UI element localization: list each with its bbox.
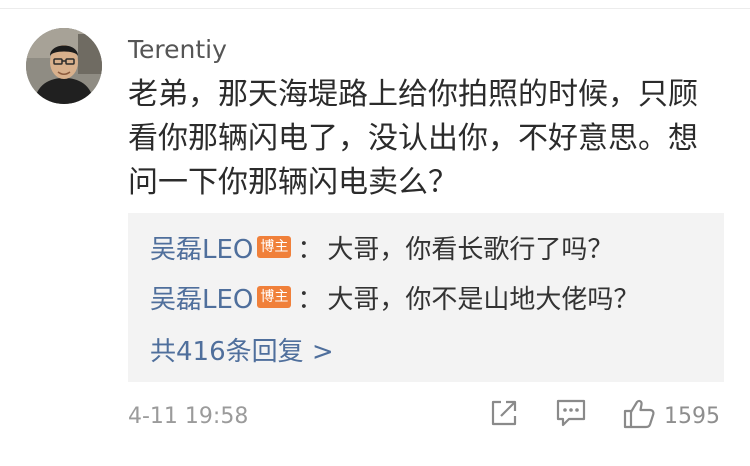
reply-item[interactable]: 吴磊LEO 博主 ： 大哥，你看长歌行了吗？ [150,227,613,267]
comment-username[interactable]: Terentiy [128,34,227,66]
top-divider [0,8,750,9]
reply-author[interactable]: 吴磊LEO [150,279,253,316]
comment-button[interactable] [555,398,587,432]
reply-box[interactable]: 吴磊LEO 博主 ： 大哥，你看长歌行了吗？ 吴磊LEO 博主 ： 大哥，你不是… [128,213,724,382]
reply-text: 大哥，你看长歌行了吗？ [327,234,614,265]
comment-icon [555,398,587,432]
host-badge: 博主 [257,236,292,258]
comment-text: 老弟，那天海堤路上给你拍照的时候，只顾看你那辆闪电了，没认出你，不好意思。想问一… [128,77,698,200]
reply-separator: ： [297,234,324,265]
host-badge: 博主 [257,286,292,308]
share-button[interactable] [489,398,519,432]
reply-item[interactable]: 吴磊LEO 博主 ： 大哥，你不是山地大佬吗？ [150,277,639,317]
reply-separator: ： [297,284,324,315]
comment-timestamp: 4-11 19:58 [128,404,249,429]
reply-author[interactable]: 吴磊LEO [150,229,253,266]
like-count: 1595 [664,403,720,429]
view-all-replies-link[interactable]: 共416条回复 > [150,329,334,369]
reply-text: 大哥，你不是山地大佬吗？ [327,284,640,315]
share-icon [489,398,519,432]
avatar[interactable] [26,28,102,104]
like-button[interactable]: 1595 [622,398,720,434]
thumbs-up-icon [622,398,656,434]
